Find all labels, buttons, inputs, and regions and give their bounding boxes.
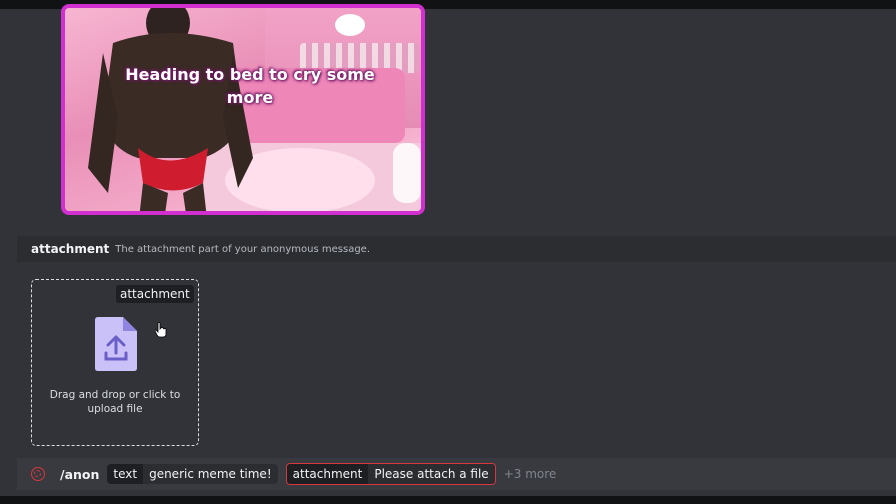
- meme-image[interactable]: Heading to bed to cry some more: [61, 4, 425, 215]
- dropzone-text: Drag and drop or click to upload file: [49, 389, 181, 415]
- option-key: text: [107, 464, 144, 484]
- option-header: attachment The attachment part of your a…: [17, 236, 896, 262]
- option-key: attachment: [286, 464, 369, 484]
- option-value[interactable]: generic meme time!: [143, 464, 278, 484]
- option-name: attachment: [31, 242, 110, 256]
- command-option-text[interactable]: text generic meme time!: [107, 464, 278, 484]
- figure-silhouette: [88, 8, 253, 211]
- hand-cursor-icon: [155, 322, 167, 338]
- plush-toy: [393, 143, 421, 203]
- kitty-decoration: [335, 14, 365, 36]
- file-dropzone[interactable]: attachment Drag and drop or click to upl…: [31, 279, 199, 446]
- image-caption: Heading to bed to cry some more: [125, 65, 375, 107]
- slash-command-bar[interactable]: /anon text generic meme time! attachment…: [17, 458, 896, 490]
- more-options-link[interactable]: +3 more: [504, 467, 557, 481]
- command-option-attachment[interactable]: attachment Please attach a file: [285, 463, 496, 485]
- option-value[interactable]: Please attach a file: [368, 464, 495, 484]
- window-bottom-bar: [0, 496, 896, 504]
- option-description: The attachment part of your anonymous me…: [115, 243, 371, 255]
- dropzone-label: attachment: [116, 285, 194, 303]
- file-upload-icon: [95, 317, 137, 371]
- command-name: /anon: [60, 466, 100, 482]
- command-error-icon: [31, 467, 45, 481]
